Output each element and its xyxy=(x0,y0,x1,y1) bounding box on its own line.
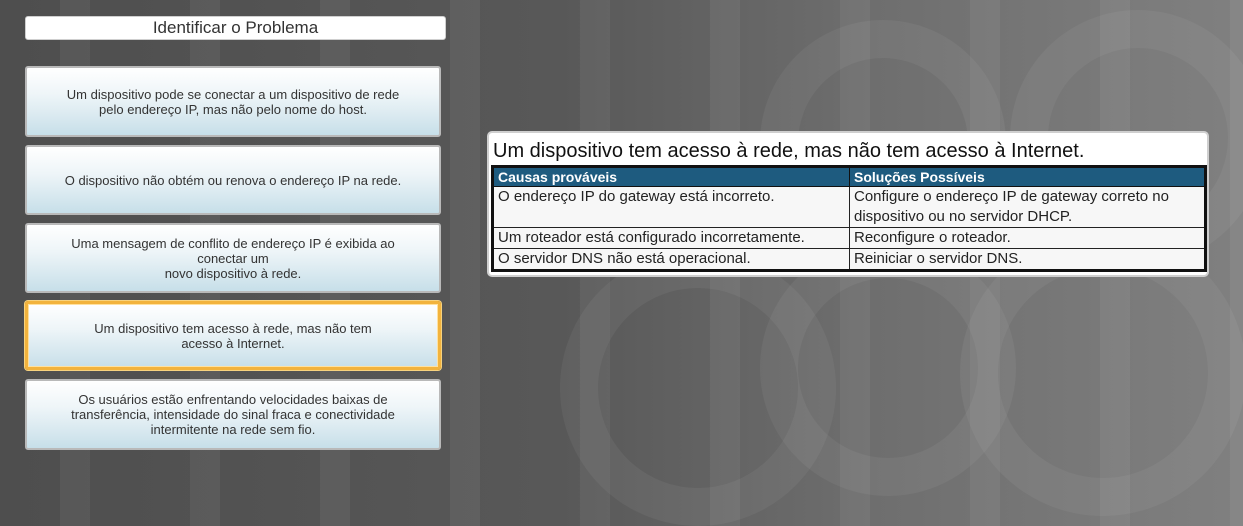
cause-cell: O endereço IP do gateway está incorreto. xyxy=(492,186,850,228)
problem-card-label: Um dispositivo tem acesso à rede, mas nã… xyxy=(94,320,372,351)
problem-card-hostname[interactable]: Um dispositivo pode se conectar a um dis… xyxy=(25,66,441,137)
column-header-causes: Causas prováveis xyxy=(492,166,850,187)
problem-card-label: Os usuários estão enfrentando velocidade… xyxy=(71,392,395,437)
solution-panel: Um dispositivo tem acesso à rede, mas nã… xyxy=(487,131,1209,277)
problem-card-label: O dispositivo não obtém ou renova o ende… xyxy=(64,172,402,188)
solution-cell: Reconfigure o roteador. xyxy=(849,227,1206,249)
cause-cell: Um roteador está configurado incorretame… xyxy=(492,227,850,249)
table-header-row: Causas prováveis Soluções Possíveis xyxy=(492,166,1206,187)
table-row: Um roteador está configurado incorretame… xyxy=(492,227,1206,249)
column-header-solutions: Soluções Possíveis xyxy=(849,166,1206,187)
solution-cell: Reiniciar o servidor DNS. xyxy=(849,248,1206,271)
problem-card-wireless[interactable]: Os usuários estão enfrentando velocidade… xyxy=(25,379,441,450)
problem-card-no-internet[interactable]: Um dispositivo tem acesso à rede, mas nã… xyxy=(25,301,441,370)
solution-cell: Configure o endereço IP de gateway corre… xyxy=(849,186,1206,228)
solution-panel-heading: Um dispositivo tem acesso à rede, mas nã… xyxy=(493,140,1085,162)
solution-table: Causas prováveis Soluções Possíveis O en… xyxy=(491,165,1207,272)
problem-card-dhcp[interactable]: O dispositivo não obtém ou renova o ende… xyxy=(25,145,441,215)
problem-card-label: Um dispositivo pode se conectar a um dis… xyxy=(66,86,400,117)
table-row: O endereço IP do gateway está incorreto.… xyxy=(492,186,1206,228)
table-row: O servidor DNS não está operacional. Rei… xyxy=(492,248,1206,271)
page-title: Identificar o Problema xyxy=(25,16,446,40)
problem-card-label: Uma mensagem de conflito de endereço IP … xyxy=(71,235,395,281)
problem-card-ip-conflict[interactable]: Uma mensagem de conflito de endereço IP … xyxy=(25,223,441,293)
cause-cell: O servidor DNS não está operacional. xyxy=(492,248,850,271)
